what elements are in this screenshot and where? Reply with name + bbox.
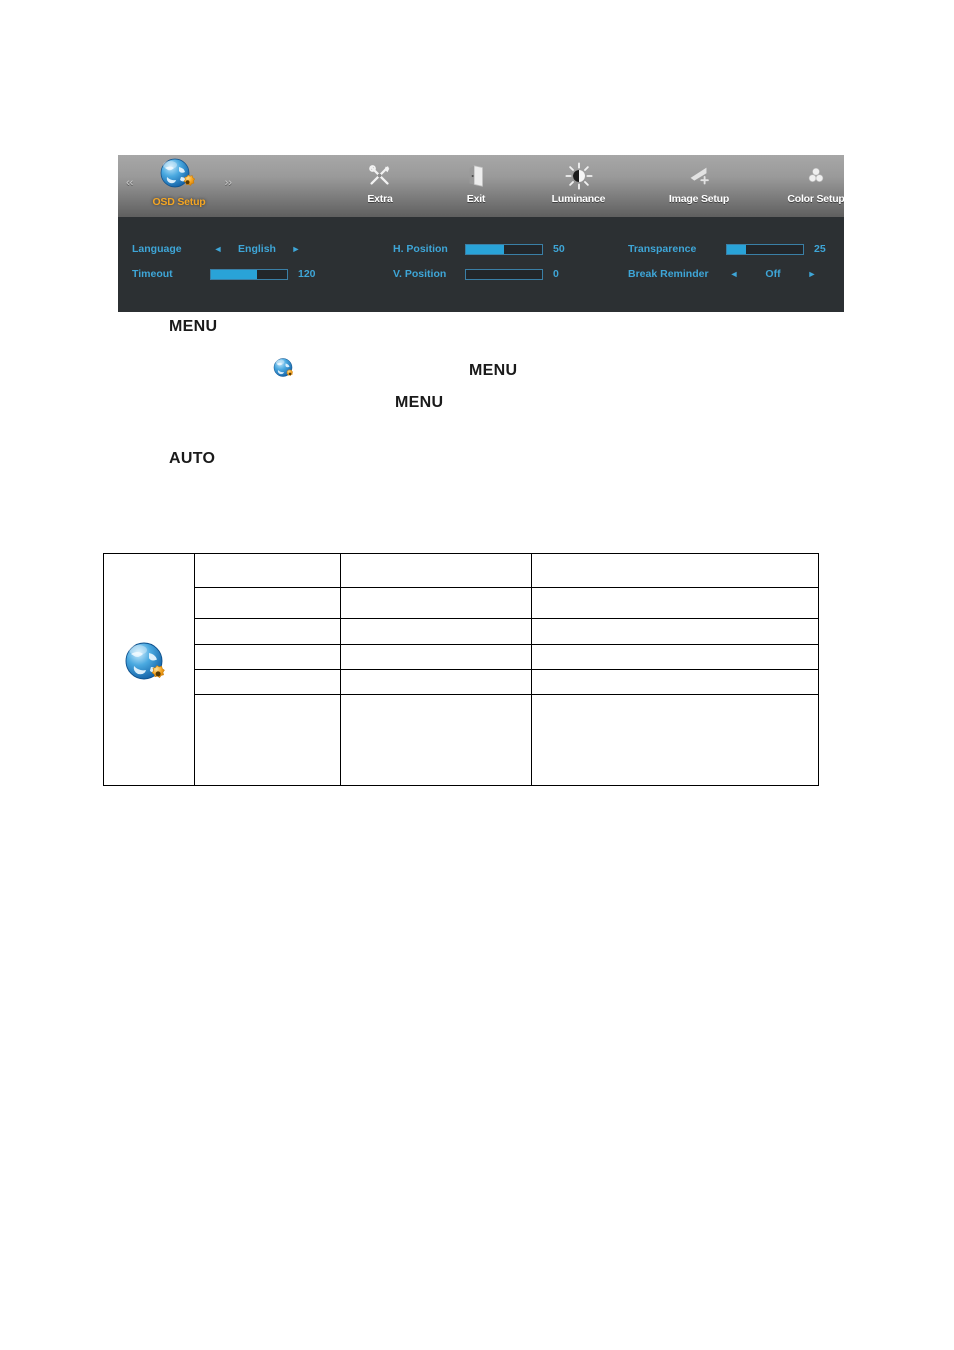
table-cell-item: [194, 553, 341, 588]
table-cell-description: [531, 669, 819, 695]
table-cell-option: [340, 618, 532, 645]
setting-value-h-position: 50: [553, 243, 565, 255]
table-row: [103, 553, 819, 786]
tab-label-osd-setup: OSD Setup: [152, 196, 206, 208]
exit-door-icon: [459, 161, 493, 191]
osd-setup-reference-table: [103, 553, 819, 786]
setting-language[interactable]: Language ◄ English ►: [132, 239, 382, 259]
image-setup-icon: [682, 161, 716, 191]
keyword-menu-1: MENU: [169, 318, 218, 335]
table-row: [104, 669, 819, 695]
globe-gear-icon: [272, 357, 298, 383]
table-row: [104, 644, 819, 670]
tab-label-image-setup: Image Setup: [668, 193, 730, 205]
slider-transparence[interactable]: [726, 243, 804, 255]
globe-gear-icon: [122, 640, 176, 694]
osd-menu-panel: ‹‹ ›› OSD Setup Extra Exit Luminance Ima…: [118, 155, 844, 312]
tab-osd-setup[interactable]: ‹‹ ›› OSD Setup: [124, 155, 234, 217]
setting-label-timeout: Timeout: [132, 268, 173, 280]
setting-transparence[interactable]: Transparence 25: [628, 239, 843, 259]
table-cell-item: [194, 618, 341, 645]
tab-extra[interactable]: Extra: [340, 155, 420, 217]
table-cell-option: [340, 553, 532, 588]
tab-label-extra: Extra: [367, 193, 393, 205]
setting-value-timeout: 120: [298, 268, 316, 280]
setting-v-position[interactable]: V. Position 0: [393, 264, 628, 284]
table-cell-description: [531, 618, 819, 645]
setting-label-break-reminder: Break Reminder: [628, 268, 709, 280]
chevron-right-icon[interactable]: ››: [225, 177, 232, 189]
table-row: [104, 587, 819, 619]
color-circles-icon: [799, 161, 833, 191]
osd-tab-list: ‹‹ ›› OSD Setup Extra Exit Luminance Ima…: [118, 155, 844, 217]
globe-gear-icon: [157, 158, 201, 194]
arrow-left-icon[interactable]: ◄: [726, 269, 742, 279]
setting-timeout[interactable]: Timeout 120: [132, 264, 382, 284]
table-cell-description: [531, 587, 819, 619]
table-row: [104, 618, 819, 645]
tab-label-exit: Exit: [466, 193, 486, 205]
chevron-left-icon[interactable]: ‹‹: [126, 177, 133, 189]
table-row: [104, 694, 819, 786]
osd-settings-body: Language ◄ English ► Timeout 120 H. Posi…: [118, 217, 844, 312]
table-cell-option: [340, 694, 532, 786]
setting-label-h-position: H. Position: [393, 243, 448, 255]
table-icon-cell: [103, 553, 195, 786]
setting-label-v-position: V. Position: [393, 268, 447, 280]
tab-label-color-setup: Color Setup: [787, 193, 844, 205]
table-cell-option: [340, 587, 532, 619]
keyword-menu-2: MENU: [469, 362, 518, 379]
table-cell-item: [194, 694, 341, 786]
setting-break-reminder[interactable]: Break Reminder ◄ Off ►: [628, 264, 843, 284]
table-cell-description: [531, 553, 819, 588]
arrow-left-icon[interactable]: ◄: [210, 244, 226, 254]
table-cell-description: [531, 644, 819, 670]
keyword-menu-3: MENU: [395, 394, 444, 411]
arrow-right-icon[interactable]: ►: [288, 244, 304, 254]
tab-image-setup[interactable]: Image Setup: [643, 155, 755, 217]
setting-label-language: Language: [132, 243, 182, 255]
setting-value-break-reminder: Off: [765, 268, 781, 280]
setting-label-transparence: Transparence: [628, 243, 697, 255]
tab-luminance[interactable]: Luminance: [526, 155, 631, 217]
table-cell-item: [194, 644, 341, 670]
tab-exit[interactable]: Exit: [436, 155, 516, 217]
slider-timeout[interactable]: [210, 268, 288, 280]
setting-h-position[interactable]: H. Position 50: [393, 239, 628, 259]
arrow-right-icon[interactable]: ►: [804, 269, 820, 279]
table-cell-description: [531, 694, 819, 786]
slider-v-position[interactable]: [465, 268, 543, 280]
slider-h-position[interactable]: [465, 243, 543, 255]
table-cell-item: [194, 669, 341, 695]
setting-value-language: English: [238, 243, 276, 255]
table-cell-item: [194, 587, 341, 619]
table-cell-option: [340, 644, 532, 670]
tab-label-luminance: Luminance: [551, 193, 606, 205]
crossed-tools-icon: [363, 161, 397, 191]
keyword-auto: AUTO: [169, 450, 216, 467]
tab-color-setup[interactable]: Color Setup: [761, 155, 844, 217]
brightness-sun-icon: [562, 161, 596, 191]
setting-value-v-position: 0: [553, 268, 559, 280]
table-cell-option: [340, 669, 532, 695]
osd-tab-bar: ‹‹ ›› OSD Setup Extra Exit Luminance Ima…: [118, 155, 844, 217]
setting-value-transparence: 25: [814, 243, 826, 255]
